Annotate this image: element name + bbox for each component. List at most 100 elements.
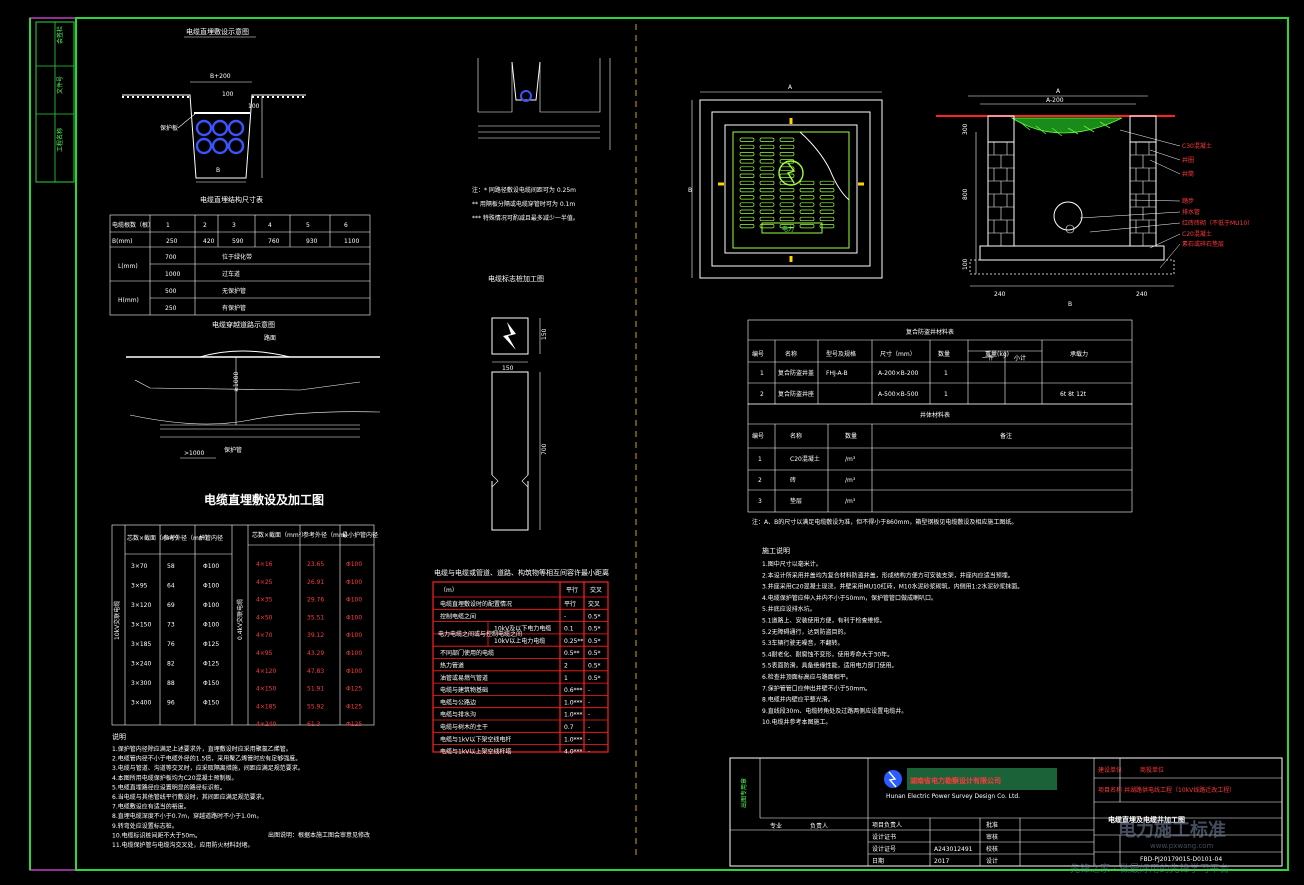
crossing-pipe: 保护管 xyxy=(224,446,242,454)
pipe-table-cell: Φ100 xyxy=(346,579,362,586)
cover-slot xyxy=(759,180,775,186)
marker-post xyxy=(488,317,541,531)
distance-table-cross: - xyxy=(588,749,590,756)
cover-slot xyxy=(799,202,815,207)
material-table-cell: 1 xyxy=(944,391,948,398)
pipe-table-cell: 29.76 xyxy=(307,597,324,604)
distance-table-cross: - xyxy=(588,724,590,731)
dims-table-cell: 250 xyxy=(165,305,177,312)
tb-cell-label: 设计证号 xyxy=(872,845,896,853)
dims-table-cell: 930 xyxy=(306,238,318,245)
note-line: 3.电缆与管道、沟道等交叉时，应采取隔离措施，间距应满足规范要求。 xyxy=(112,764,304,772)
construction-line: 5.5表面防滑，具备绝缘性能，适用电力部门使用。 xyxy=(762,662,898,670)
tb-cell-role: 校核 xyxy=(986,845,998,853)
dims-table-cell: 过车道 xyxy=(222,270,240,278)
construction-line: 5.1道路上、安装使用方便，有利于检查维修。 xyxy=(762,617,886,625)
distance-table-parallel: 1.0*** xyxy=(564,699,583,706)
cover-slot xyxy=(819,180,835,186)
dims-table-cell: 760 xyxy=(268,238,280,245)
pipe-table-cell: 82 xyxy=(167,661,175,668)
pipe-table-cell: 51.91 xyxy=(307,686,324,693)
pipe-table-cell: Φ125 xyxy=(346,721,362,728)
cover-slot xyxy=(799,209,815,214)
marker-dim-700: 700 xyxy=(541,443,548,455)
material-table-cell: A-200×B-200 xyxy=(878,370,919,377)
material-table-cell: 1 xyxy=(760,370,764,377)
dim-100: 100 xyxy=(248,103,260,110)
pipe-table-cell: 3×150 xyxy=(131,622,151,629)
distance-table-row: 电缆与建筑物基础 xyxy=(440,686,488,694)
pipe-table-cell: 47.83 xyxy=(307,668,324,675)
pipe-table-cell: 69 xyxy=(167,602,175,609)
construction-line: 3.井座采用C20混凝土现浇，井壁采用MU10红砖，M10水泥砂浆砌筑，内侧用1… xyxy=(762,583,1023,591)
pipe-table-cell: 3×120 xyxy=(131,602,151,609)
pipe-table-cell: 3×240 xyxy=(131,661,151,668)
well-table-cell: 3 xyxy=(758,498,762,505)
material-subheader: 一件 xyxy=(982,354,994,362)
cover-slot xyxy=(739,144,755,150)
tb-cell-role: 审核 xyxy=(986,833,998,841)
material-table-cell: 6t 8t 12t xyxy=(1060,391,1087,398)
construction-line: 9.直线段30m、电缆转角处及过路两侧应设置电缆井。 xyxy=(762,707,907,715)
distance-table-parallel: 0.6*** xyxy=(564,687,583,694)
dims-table-cell: 420 xyxy=(203,238,215,245)
pipe-table-cell: 88 xyxy=(167,680,175,687)
material-subheader: 小计 xyxy=(1014,354,1026,362)
construction-line: 7.保护管管口应伸出井壁不小于50mm。 xyxy=(762,684,871,692)
distance-table-cross: - xyxy=(588,699,590,706)
distance-table-header: 平行 xyxy=(566,586,578,594)
note-line: 5.电缆直埋路径应设置明显的路径标识桩。 xyxy=(112,783,226,791)
dims-table-cell: 590 xyxy=(232,238,244,245)
sidebar-label: 会签栏 xyxy=(56,26,64,44)
distance-table-row: 控制电缆之间 xyxy=(440,612,476,620)
company-en: Hunan Electric Power Survey Design Co. L… xyxy=(886,793,1020,800)
drawing-no: FBD-PJ20179015-D0101-04 xyxy=(1140,856,1222,863)
cover-slot xyxy=(779,216,795,222)
dims-table-cell: 有保护管 xyxy=(222,304,246,312)
pipe-table-cell: Φ100 xyxy=(346,632,362,639)
pipe-table-cell: 58 xyxy=(167,563,175,570)
marker-dim-150-v: 150 xyxy=(541,328,548,340)
cover-slot xyxy=(779,188,795,193)
elev-dim-h1: 300 xyxy=(962,123,969,135)
construction-line: 5.2无障碍通行，达到防盗目的。 xyxy=(762,628,850,636)
cover-slot xyxy=(779,173,795,178)
well-table-title: 井体材料表 xyxy=(920,411,950,419)
cover-slot xyxy=(819,195,835,200)
pipe-table-cell: Φ125 xyxy=(203,641,219,648)
crossing-road: 路面 xyxy=(264,334,276,342)
distance-table-row: 电缆与排水沟 xyxy=(440,711,476,719)
cover-slot xyxy=(779,202,795,207)
elev-dim-w1: 240 xyxy=(994,291,1006,298)
distance-table-row: 热力管道 xyxy=(440,662,464,670)
cover-slot xyxy=(759,166,775,171)
material-table-header: 编号 xyxy=(752,350,764,358)
tb-label-lead: 负责人 xyxy=(810,822,828,830)
well-note: 注：A、B的尺寸以满足电缆敷设为准，但不得小于860mm，箱型钢板见电缆敷设及相… xyxy=(752,518,1017,526)
distance-table-parallel: 2 xyxy=(564,663,568,670)
pipe-table-cell: 35.51 xyxy=(307,614,324,621)
cover-slot xyxy=(759,202,775,207)
distance-table-cross: 交叉 xyxy=(588,600,600,608)
pipe-table-cell: 4×35 xyxy=(256,597,273,604)
cover-slot xyxy=(759,216,775,222)
distance-table-header: （m） xyxy=(440,587,458,594)
pipe-table-cell: 61.3 xyxy=(307,721,321,728)
material-table-cell: 1 xyxy=(944,370,948,377)
manhole-elevation xyxy=(936,95,1175,287)
note-line: 1.保护管内径除应满足上述要求外，直埋敷设时应采用聚氯乙烯管。 xyxy=(112,745,292,753)
note-line: 11.电缆保护管与电缆沟交叉处，应用防火材料封堵。 xyxy=(112,841,254,849)
distance-table-parallel: 4.0*** xyxy=(564,749,583,756)
distance-table-row: 电缆与公路边 xyxy=(440,698,476,706)
notes-title: 说明 xyxy=(112,732,126,741)
cover-slot xyxy=(759,188,775,193)
dims-table-cell: 无保护管 xyxy=(222,287,246,295)
distance-table-parallel: 0.1 xyxy=(564,626,574,633)
pipe-table-cell: Φ100 xyxy=(346,668,362,675)
distance-table-cross: 0.5* xyxy=(588,613,601,620)
manhole-plan xyxy=(691,91,883,279)
builder-value: 商投单位 xyxy=(1140,766,1164,774)
well-table-cell: 砖 xyxy=(790,476,796,484)
pipe-table-header: 芯数×截面（mm²） xyxy=(252,531,307,539)
construction-line: 1.图中尺寸以毫米计。 xyxy=(762,560,822,568)
